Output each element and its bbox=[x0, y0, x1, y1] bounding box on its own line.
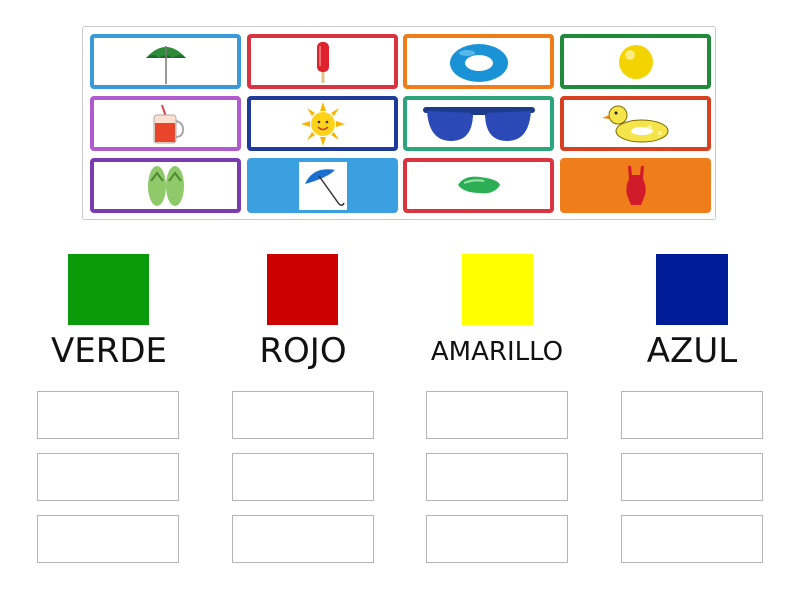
green-sunglasses-icon bbox=[457, 176, 500, 193]
drop-slot-blue-1[interactable] bbox=[621, 391, 763, 439]
item-tile-swim-ring[interactable] bbox=[403, 34, 554, 89]
beach-umbrella-icon bbox=[145, 45, 186, 84]
item-tile-popsicle[interactable] bbox=[247, 34, 398, 89]
drop-slot-green-3[interactable] bbox=[37, 515, 179, 563]
drop-slot-yellow-2[interactable] bbox=[426, 453, 568, 501]
popsicle-icon bbox=[316, 41, 329, 83]
duck-float-icon bbox=[601, 105, 668, 142]
flip-flops-icon bbox=[147, 165, 184, 206]
item-tile-blue-umbrella[interactable] bbox=[247, 158, 398, 213]
drop-slot-blue-2[interactable] bbox=[621, 453, 763, 501]
item-tile-ball[interactable] bbox=[560, 34, 711, 89]
drop-slot-red-1[interactable] bbox=[232, 391, 374, 439]
yellow-ball-icon bbox=[618, 44, 653, 79]
item-tile-sun[interactable] bbox=[247, 96, 398, 151]
swim-ring-icon bbox=[449, 43, 508, 82]
category-swatch-green bbox=[68, 254, 149, 325]
item-tile-flip-flops[interactable] bbox=[90, 158, 241, 213]
item-tile-sunglasses[interactable] bbox=[403, 96, 554, 151]
category-label-red: ROJO bbox=[259, 331, 347, 371]
category-swatch-red bbox=[267, 254, 338, 325]
item-tile-swimsuit[interactable] bbox=[560, 158, 711, 213]
swimsuit-icon bbox=[625, 165, 646, 205]
item-tile-green-sunglasses[interactable] bbox=[403, 158, 554, 213]
item-tile-duck-float[interactable] bbox=[560, 96, 711, 151]
drop-slot-yellow-3[interactable] bbox=[426, 515, 568, 563]
category-swatch-blue bbox=[656, 254, 728, 325]
sun-icon bbox=[300, 101, 345, 146]
drop-slot-yellow-1[interactable] bbox=[426, 391, 568, 439]
drop-slot-red-3[interactable] bbox=[232, 515, 374, 563]
juice-jar-icon bbox=[153, 104, 184, 143]
item-tile-juice[interactable] bbox=[90, 96, 241, 151]
item-tile-umbrella[interactable] bbox=[90, 34, 241, 89]
drop-slot-red-2[interactable] bbox=[232, 453, 374, 501]
blue-umbrella-icon bbox=[298, 161, 347, 210]
sunglasses-icon bbox=[422, 106, 535, 141]
drop-slot-green-1[interactable] bbox=[37, 391, 179, 439]
drop-slot-green-2[interactable] bbox=[37, 453, 179, 501]
category-label-yellow: AMARILLO bbox=[430, 337, 564, 367]
category-label-green: VERDE bbox=[50, 331, 168, 371]
category-label-blue: AZUL bbox=[646, 331, 738, 371]
category-swatch-yellow bbox=[462, 254, 533, 325]
drop-slot-blue-3[interactable] bbox=[621, 515, 763, 563]
